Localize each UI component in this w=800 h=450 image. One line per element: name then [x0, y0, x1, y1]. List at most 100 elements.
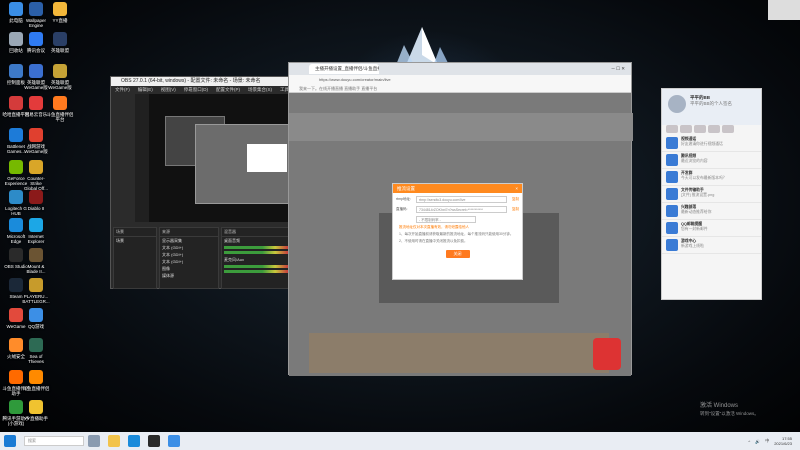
ime-lang[interactable]: 中 [765, 438, 769, 444]
desktop-icon[interactable]: Internet Explorer [22, 218, 50, 244]
dialog-close-button[interactable]: 关闭 [445, 250, 470, 258]
shortcut-icon[interactable] [680, 125, 692, 133]
dialog-note: 2、不使用时请在直播中关闭推流以免扣费。 [399, 239, 468, 243]
file-explorer-icon[interactable] [108, 435, 120, 447]
page-nav-band [289, 113, 633, 141]
activate-subtitle: 转到"设置"以激活 Windows。 [700, 411, 759, 416]
address-bar[interactable]: https://www.douyu.com/creator/main/live [289, 75, 631, 85]
audio-volume-slider[interactable] [224, 270, 288, 273]
obs-taskbar-icon[interactable] [148, 435, 160, 447]
shortcut-icon[interactable] [666, 125, 678, 133]
red-packet-icon[interactable] [593, 338, 621, 370]
desktop-icon[interactable]: 斗鱼直播伴侣平台 [46, 96, 74, 122]
profile-signature[interactable]: 平平的BB的个人签名 [690, 101, 732, 107]
list-item[interactable]: 视频通话 好友邀请你进行视频通话 [662, 135, 761, 152]
source-item[interactable]: 图像 [160, 265, 218, 272]
app-icon [29, 128, 43, 142]
desktop-icon[interactable]: Mount & Blade II... [22, 248, 50, 274]
shortcut-icon[interactable] [694, 125, 706, 133]
conversation-avatar [666, 239, 678, 251]
conversation-avatar [666, 137, 678, 149]
menu-item[interactable]: 停靠窗口(D) [184, 86, 208, 94]
volume-icon[interactable]: 🔊 [755, 439, 760, 444]
list-item[interactable]: 文件传输助手 [文件] 推流设置.png [662, 186, 761, 203]
desktop-icon[interactable]: PLAYERU... BATTLEGR... [22, 278, 50, 304]
qq-panel[interactable]: 平平的BB 平平的BB的个人签名 视频通话 好友邀请你进行视频通话 腾讯视频 最近浏览… [661, 88, 762, 300]
source-item[interactable]: 显示器采集 [160, 237, 218, 244]
rtmp-input[interactable]: rtmp://sendtc3.douyu.com/live [416, 196, 507, 203]
scenes-header: 场景 [114, 228, 156, 237]
scenes-panel[interactable]: 场景 场景 [113, 227, 157, 289]
start-icon[interactable] [4, 435, 16, 447]
sources-header: 来源 [160, 228, 218, 237]
sources-panel[interactable]: 来源 显示器采集 文本 (GDI+) 文本 (GDI+) 文本 (GDI+) 图像 媒体源 [159, 227, 219, 289]
source-item[interactable]: 文本 (GDI+) [160, 244, 218, 251]
mixer-header: 混音器 [222, 228, 290, 237]
page-gift-bar [309, 333, 609, 373]
clock[interactable]: 17:55 2021/6/23 [774, 436, 792, 446]
source-item[interactable]: 文本 (GDI+) [160, 258, 218, 265]
stream-settings-dialog[interactable]: 推流设置 × rtmp地址: rtmp://sendtc3.douyu.com/… [392, 183, 523, 280]
desktop-icon[interactable]: Counter-Strike Global Off... [22, 160, 50, 191]
qq-profile-header: 平平的BB 平平的BB的个人签名 [662, 89, 761, 125]
desktop-icon[interactable]: YY直播助手 [22, 400, 50, 421]
desktop-icon-label: 英雄联盟 [51, 48, 69, 53]
desktop-icon[interactable]: 战网游戏 WeGame版 [22, 128, 50, 154]
edge-icon[interactable] [128, 435, 140, 447]
menu-item[interactable]: 视图(V) [161, 86, 176, 94]
menu-item[interactable]: 文件(F) [115, 86, 130, 94]
qq-taskbar-icon[interactable] [168, 435, 180, 447]
conversation-list: 视频通话 好友邀请你进行视频通话 腾讯视频 最近浏览的内容 开发群 今天可以发布最新版本吗… [662, 135, 761, 254]
window-controls-icon[interactable]: ─ ☐ ✕ [612, 66, 626, 72]
list-item[interactable]: QQ邮箱提醒 您有一封新邮件 [662, 220, 761, 237]
source-item[interactable]: 文本 (GDI+) [160, 251, 218, 258]
bitrate-select[interactable]: - 不限制码率 - [416, 216, 476, 223]
close-icon[interactable]: × [515, 184, 518, 193]
shortcut-icon[interactable] [722, 125, 734, 133]
key-input[interactable]: 7344814rZOKhxt7n?wsSecret=*********** [416, 206, 507, 213]
list-item[interactable]: 兴趣部落 最新动态推荐给你 [662, 203, 761, 220]
desktop-icon[interactable]: QQ游戏 [22, 308, 50, 329]
taskbar-search[interactable]: 搜索 [24, 436, 84, 446]
app-icon [29, 338, 43, 352]
menu-item[interactable]: 配置文件(P) [216, 86, 240, 94]
copy-rtmp-button[interactable]: 复制 [507, 197, 519, 202]
desktop-icon[interactable]: Sea of Thieves [22, 338, 50, 364]
audio-volume-slider[interactable] [224, 251, 288, 254]
task-view-icon[interactable] [88, 435, 100, 447]
conversation-preview: 好友邀请你进行视频通话 [681, 142, 723, 146]
conversation-avatar [666, 205, 678, 217]
browser-tab[interactable]: 主播开播设置_直播伴侣/斗鱼直播 [309, 64, 379, 74]
desktop-icon[interactable]: YY直播 [46, 2, 74, 23]
desktop-icon-label: YY直播助手 [23, 416, 48, 421]
desktop-icon-label: Internet Explorer [27, 234, 45, 244]
desktop-icon[interactable]: 斗鱼直播伴侣 [22, 370, 50, 391]
mixer-panel[interactable]: 混音器 桌面音频 麦克风/Aux [221, 227, 291, 289]
desktop-icon[interactable]: 英雄联盟 [46, 32, 74, 53]
source-item[interactable]: 媒体源 [160, 272, 218, 279]
conversation-avatar [666, 171, 678, 183]
browser-tabbar: 主播开播设置_直播伴侣/斗鱼直播 ─ ☐ ✕ [289, 63, 631, 75]
conversation-avatar [666, 222, 678, 234]
avatar[interactable] [668, 95, 686, 113]
key-row: 直播码: 7344814rZOKhxt7n?wsSecret=*********… [396, 206, 519, 213]
desktop-icon-label: Counter-Strike Global Off... [24, 176, 48, 191]
qq-shortcut-strip [662, 125, 761, 135]
app-icon [9, 160, 23, 174]
copy-key-button[interactable]: 复制 [507, 207, 519, 212]
menu-item[interactable]: 场景集合(S) [248, 86, 272, 94]
tray-chevron-icon[interactable]: ^ [748, 439, 750, 444]
shortcut-icon[interactable] [708, 125, 720, 133]
app-icon [9, 338, 23, 352]
desktop-icon-label: Mount & Blade II... [26, 264, 46, 274]
desktop-icon-label: QQ游戏 [27, 324, 44, 329]
menu-item[interactable]: 编辑(E) [138, 86, 153, 94]
list-item[interactable]: 腾讯视频 最近浏览的内容 [662, 152, 761, 169]
list-item[interactable]: 游戏中心 新游戏上线啦 [662, 237, 761, 254]
desktop-icon[interactable]: 英雄联盟 WeGame版 [46, 64, 74, 90]
list-item[interactable]: 开发群 今天可以发布最新版本吗？ [662, 169, 761, 186]
desktop-icon[interactable]: Diablo II [22, 190, 50, 211]
scene-item[interactable]: 场景 [114, 237, 156, 244]
preview-dialog-mirror [247, 144, 287, 172]
app-icon [9, 278, 23, 292]
